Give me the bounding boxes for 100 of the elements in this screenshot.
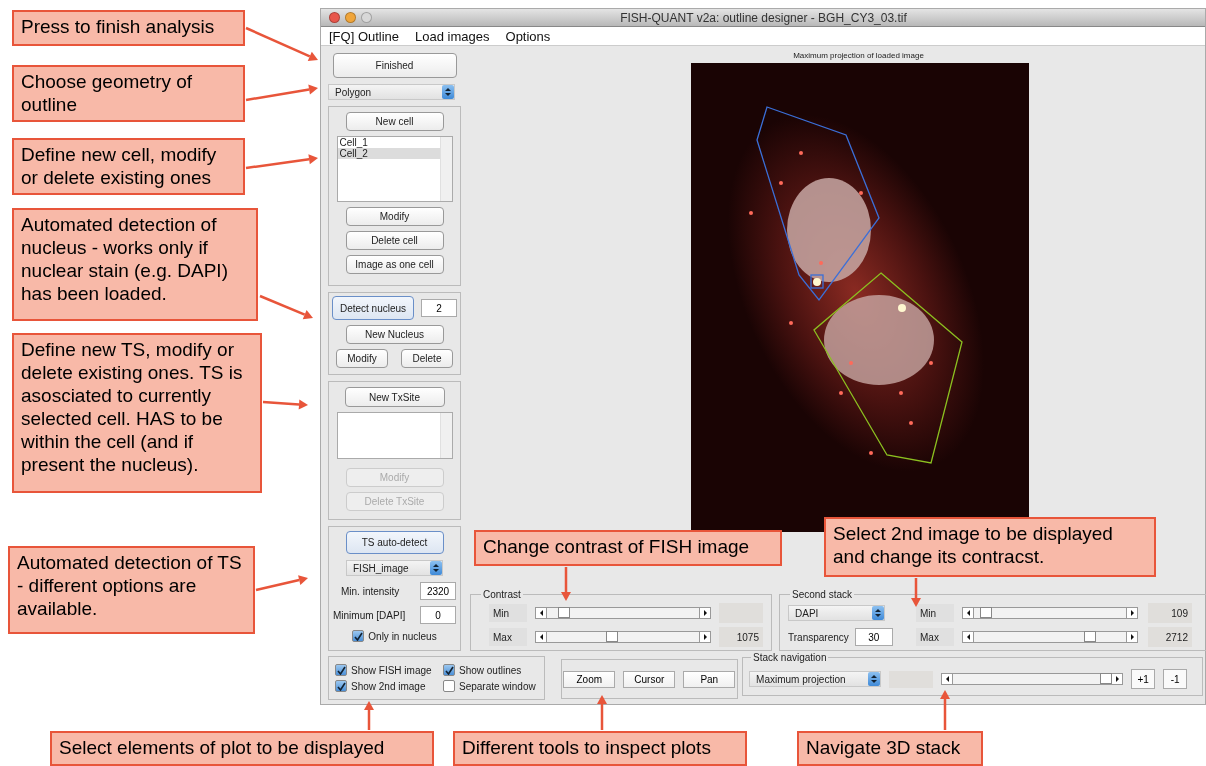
checkbox-label: Show 2nd image: [351, 680, 426, 692]
image-select[interactable]: FISH_image: [346, 560, 443, 576]
new-txsite-button[interactable]: New TxSite: [344, 387, 445, 407]
callout: Press to finish analysis: [12, 10, 245, 46]
arrow: [364, 701, 374, 730]
tool-button[interactable]: Cursor: [623, 670, 676, 688]
callout: Select elements of plot to be displayed: [50, 731, 434, 766]
field-label: Min. intensity: [341, 585, 400, 597]
panel-title: Second stack: [791, 589, 854, 600]
callout: Select 2nd image to be displayed and change its contracst.: [824, 517, 1156, 577]
slider-label: Max: [916, 628, 954, 646]
callout: Automated detection of nucleus - works only if nuclear stain (e.g. DAPI) has been loaded.: [12, 208, 258, 321]
checkbox[interactable]: Show FISH image: [335, 664, 443, 676]
menu-item[interactable]: [FQ] Outline: [329, 28, 400, 44]
arrow: [911, 578, 921, 607]
modify-button[interactable]: Modify: [345, 207, 444, 226]
checkbox[interactable]: Only in nucleus: [352, 630, 437, 642]
callout: Automated detection of TS - different options are available.: [8, 546, 255, 634]
panel-title: Contrast: [482, 589, 522, 600]
stepper-icon: [430, 561, 442, 575]
step-button[interactable]: +1: [1131, 669, 1156, 689]
slider-label: Max: [489, 628, 527, 646]
slider-thumb[interactable]: [1083, 631, 1096, 642]
cell-list[interactable]: Cell_1 Cell_2: [336, 136, 453, 202]
min-intensity-field[interactable]: 2320: [420, 582, 456, 600]
new-nucleus-button[interactable]: New Nucleus: [345, 325, 444, 344]
value-readout: 2712: [1148, 627, 1192, 647]
checkbox[interactable]: Show outlines: [443, 664, 543, 676]
image-as-cell-button[interactable]: Image as one cell: [345, 255, 444, 274]
checkbox-box[interactable]: [335, 664, 347, 676]
delete-cell-button[interactable]: Delete cell: [345, 231, 444, 250]
checkbox-box[interactable]: [352, 630, 365, 642]
arrow: [940, 690, 950, 730]
checkbox[interactable]: Separate window: [443, 680, 543, 692]
arrow: [259, 294, 313, 320]
slider-thumb[interactable]: [605, 631, 618, 642]
checkbox-box[interactable]: [443, 680, 455, 692]
arrow: [255, 575, 308, 592]
checkbox[interactable]: Show 2nd image: [335, 680, 443, 692]
checkbox-box[interactable]: [335, 680, 347, 692]
callout: Define new TS, modify or delete existing ones. TS is asosciated to currently selected cell. HAS to be within the cell (and if present the nucleus).: [12, 333, 262, 493]
arrow: [262, 399, 308, 410]
cell-list-item[interactable]: Cell_1: [337, 137, 440, 148]
slider[interactable]: [962, 631, 1138, 643]
channel-select[interactable]: DAPI: [788, 605, 885, 621]
field-label: Transparency: [788, 631, 849, 643]
callout: Change contrast of FISH image: [474, 530, 782, 566]
step-button[interactable]: -1: [1163, 669, 1188, 689]
scrollbar[interactable]: [439, 413, 452, 458]
checkbox-label: Show outlines: [459, 664, 522, 676]
menu-item[interactable]: Load images: [415, 28, 490, 44]
projection-select[interactable]: Maximum projection: [749, 671, 882, 687]
zoom-icon[interactable]: [361, 12, 372, 23]
checkbox-box[interactable]: [443, 664, 455, 676]
minimize-icon[interactable]: [345, 12, 356, 23]
new-cell-button[interactable]: New cell: [345, 112, 444, 131]
min-dapi-field[interactable]: 0: [420, 606, 456, 624]
stepper-icon: [868, 672, 881, 686]
checkbox-label: Only in nucleus: [368, 630, 437, 642]
value-readout: 109: [1148, 603, 1192, 623]
plot-title: Maximum projection of loaded image: [793, 51, 924, 60]
arrow: [597, 695, 607, 730]
cell-list-item[interactable]: Cell_2: [337, 148, 440, 159]
slider-thumb[interactable]: [558, 607, 571, 618]
slider-thumb[interactable]: [979, 607, 992, 618]
tool-button[interactable]: Zoom: [563, 670, 616, 688]
menu-item[interactable]: Options: [505, 28, 551, 44]
callout: Navigate 3D stack: [797, 731, 983, 766]
modify-button[interactable]: Modify: [336, 349, 388, 368]
stepper-icon: [872, 606, 884, 620]
finished-button[interactable]: Finished: [332, 53, 457, 78]
value-readout: 1075: [719, 627, 763, 647]
slider[interactable]: [962, 607, 1138, 619]
checkbox-label: Show FISH image: [351, 664, 432, 676]
panel-title: Stack navigation: [752, 652, 828, 663]
arrow: [561, 567, 571, 601]
callout: Define new cell, modify or delete existing ones: [12, 138, 245, 195]
scrollbar[interactable]: [439, 137, 452, 201]
nucleus-count-field[interactable]: 2: [421, 299, 457, 317]
slider[interactable]: [941, 673, 1124, 685]
slider-thumb[interactable]: [1099, 673, 1112, 684]
slider-label: Min: [916, 604, 954, 622]
callout: Choose geometry of outline: [12, 65, 245, 122]
delete-button[interactable]: Delete: [401, 349, 453, 368]
checkmark-icon: [444, 665, 454, 675]
slider[interactable]: [535, 607, 711, 619]
tool-button[interactable]: Pan: [683, 670, 736, 688]
stepper-icon: [442, 85, 454, 99]
slider-label: Min: [489, 604, 527, 622]
close-icon[interactable]: [329, 12, 340, 23]
window-title: FISH-QUANT v2a: outline designer - BGH_CY3_03.tif: [619, 10, 908, 25]
geometry-select[interactable]: Polygon: [328, 84, 455, 100]
slider[interactable]: [535, 631, 711, 643]
transparency-field[interactable]: 30: [854, 628, 893, 646]
txsite-list[interactable]: [336, 412, 453, 459]
callout: Different tools to inspect plots: [453, 731, 747, 766]
detect-nucleus-button[interactable]: Detect nucleus: [332, 296, 414, 320]
ts-auto-detect-button[interactable]: TS auto-detect: [345, 531, 444, 554]
field-label: Minimum [DAPI]: [333, 609, 406, 621]
checkmark-icon: [353, 631, 363, 641]
